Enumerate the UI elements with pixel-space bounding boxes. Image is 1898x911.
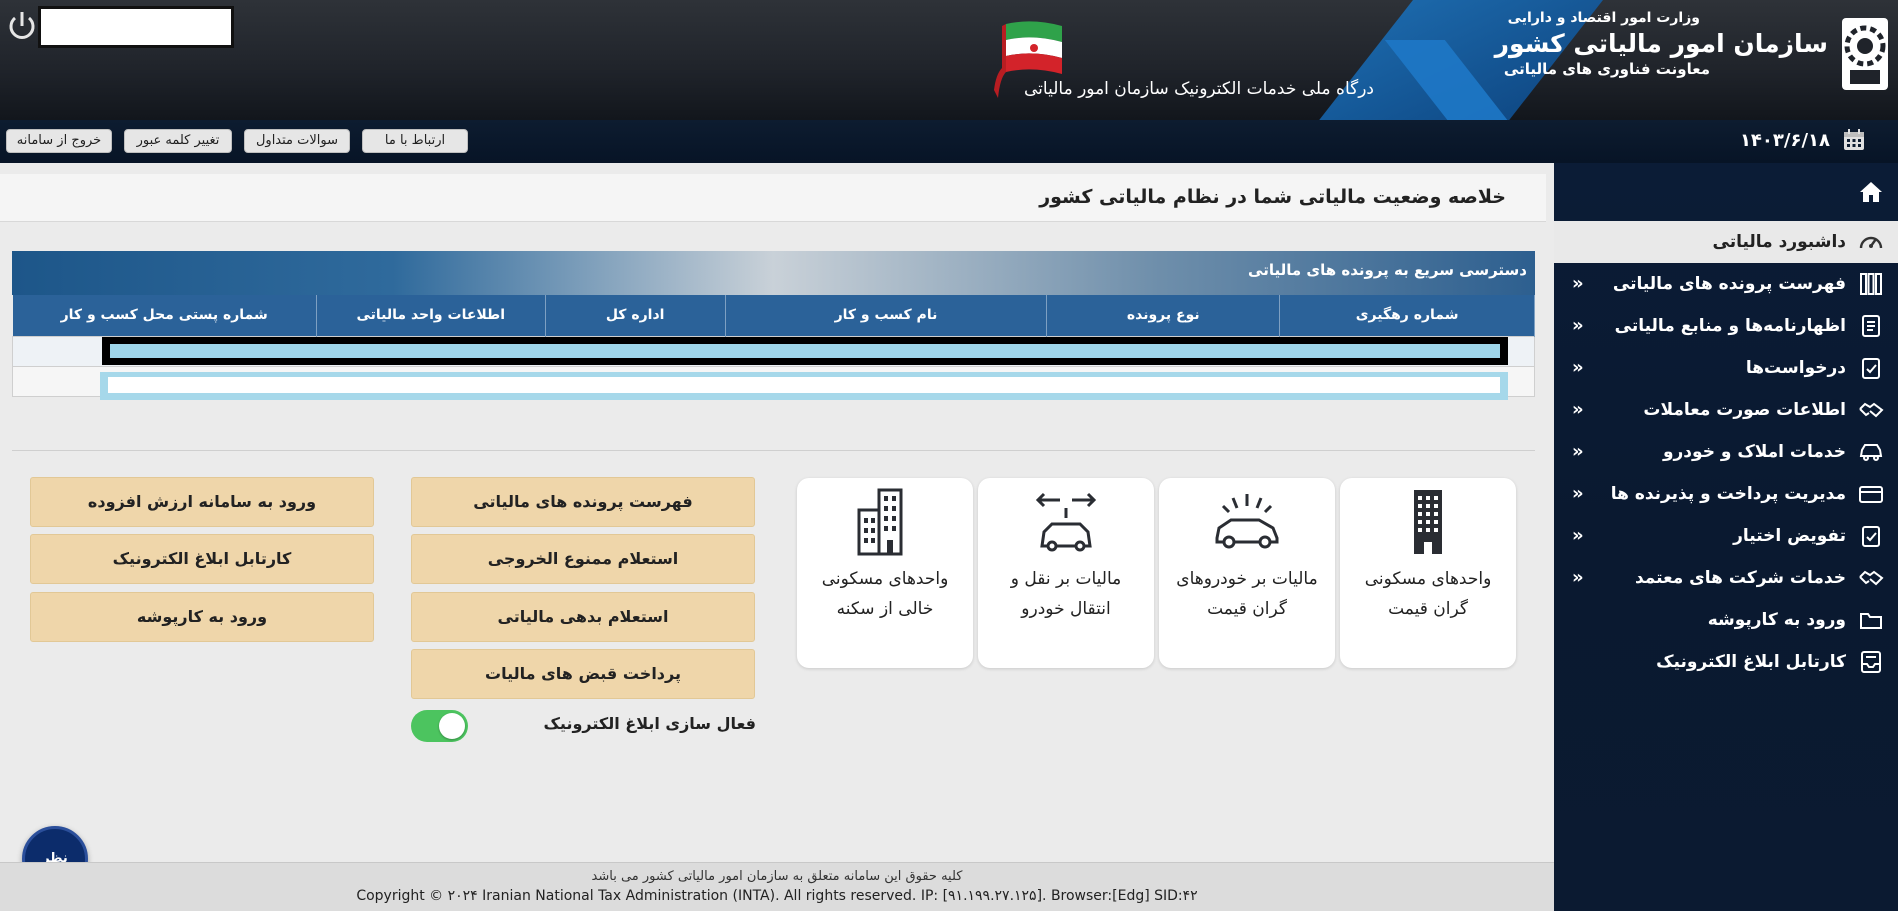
top-bar: ارتباط با ما سوالات متداول تغییر کلمه عب… [0,120,1898,163]
card-vacant-residential[interactable]: واحدهای مسکونی خالی از سکنه [797,478,973,668]
change-password-button[interactable]: تغییر کلمه عبور [124,129,232,153]
portal-title: درگاه ملی خدمات الکترونیک سازمان امور ما… [1024,79,1374,99]
e-notice-inbox-button[interactable]: کارتابل ابلاغ الکترونیک [30,534,374,584]
clipboard-check-icon [1862,526,1880,547]
column-header: نام کسب و کار [725,295,1048,336]
header: وزارت امور اقتصاد و دارایی سازمان امور م… [0,0,1898,120]
e-notice-toggle-label: فعال سازی ابلاغ الکترونیک [543,714,756,733]
page-title: خلاصه وضعیت مالیاتی شما در نظام مالیاتی … [1039,186,1506,208]
contact-us-button[interactable]: ارتباط با ما [362,129,468,153]
card-label: مالیات بر نقل و انتقال خودرو [1010,569,1122,619]
sidebar-item-declarations[interactable]: » اظهارنامه‌ها و منابع مالیاتی [1554,305,1898,347]
sidebar-item-label: اطلاعات صورت معاملات [1643,400,1846,420]
tax-files-list-button[interactable]: فهرست پرونده های مالیاتی [411,477,755,527]
sidebar-item-e-notice[interactable]: کارتابل ابلاغ الکترونیک [1554,641,1898,683]
sidebar-item-label: کارتابل ابلاغ الکترونیک [1656,652,1846,672]
chevron-double-icon: » [1572,441,1584,462]
card-label: مالیات بر خودروهای گران قیمت [1176,569,1318,619]
deputy-name: معاونت فناوری های مالیاتی [1503,60,1710,78]
chevron-double-icon: » [1572,483,1584,504]
sidebar-item-label: خدمات شرکت های معتمد [1634,568,1846,588]
page-title-bar: خلاصه وضعیت مالیاتی شما در نظام مالیاتی … [0,174,1546,222]
quick-access-title: دسترسی سریع به پرونده های مالیاتی [1248,261,1527,279]
tax-organization-logo-icon [1842,18,1888,90]
column-header: اداره کل [545,295,726,336]
card-label: واحدهای مسکونی گران قیمت [1364,569,1492,619]
sidebar-item-delegation[interactable]: » تفویض اختیار [1554,515,1898,557]
card-label: واحدهای مسکونی خالی از سکنه [821,569,949,619]
binders-icon [1860,273,1882,295]
sidebar-item-label: اظهارنامه‌ها و منابع مالیاتی [1614,316,1846,336]
card-car-transfer-tax[interactable]: مالیات بر نقل و انتقال خودرو [978,478,1154,668]
inbox-icon [1861,651,1881,673]
calendar-icon [1844,129,1864,150]
handshake-icon [1859,570,1884,586]
copyright-text: Copyright © ۲۰۲۴ Iranian National Tax Ad… [356,888,1198,904]
column-header: اطلاعات واحد مالیاتی [316,295,546,336]
credit-card-icon [1859,486,1883,503]
quick-access-header: دسترسی سریع به پرونده های مالیاتی [12,251,1535,295]
workfolder-login-button[interactable]: ورود به کارپوشه [30,592,374,642]
e-notice-toggle[interactable] [411,710,468,742]
chevron-double-icon: » [1572,525,1584,546]
sidebar-item-tax-files[interactable]: » فهرست پرونده های مالیاتی [1554,263,1898,305]
sidebar-item-label: خدمات املاک و خودرو [1662,442,1846,462]
redacted-row-content [110,344,1500,358]
sidebar: داشبورد مالیاتی » فهرست پرونده های مالیا… [1554,163,1898,911]
logout-button[interactable]: خروج از سامانه [6,129,112,153]
apartment-icon [857,488,903,556]
pay-tax-bills-button[interactable]: پرداخت قبض های مالیات [411,649,755,699]
folder-icon [1860,613,1882,629]
tax-debt-inquiry-button[interactable]: استعلام بدهی مالیاتی [411,592,755,642]
power-icon[interactable] [4,8,40,44]
faq-button[interactable]: سوالات متداول [244,129,350,153]
document-icon [1862,315,1880,337]
toggle-knob [439,713,465,739]
user-name-box [38,6,234,48]
date-display: ۱۴۰۳/۶/۱۸ [1740,128,1866,152]
chevron-double-icon: » [1572,273,1584,294]
sidebar-item-requests[interactable]: » درخواست‌ها [1554,347,1898,389]
gauge-icon [1859,236,1883,249]
sidebar-item-tax-dashboard[interactable]: داشبورد مالیاتی [1554,221,1898,263]
chevron-double-icon: » [1572,399,1584,420]
redacted-row-content [108,377,1500,393]
current-date: ۱۴۰۳/۶/۱۸ [1739,129,1830,151]
sidebar-item-label: مدیریت پرداخت و پذیرنده ها [1610,484,1846,504]
sidebar-item-label: فهرست پرونده های مالیاتی [1612,274,1846,294]
organization-name: سازمان امور مالیاتی کشور [1494,29,1829,58]
chevron-double-icon: » [1572,567,1584,588]
vat-system-login-button[interactable]: ورود به سامانه ارزش افزوده [30,477,374,527]
car-transfer-icon [1035,492,1097,552]
chevron-double-icon: » [1572,357,1584,378]
handshake-icon [1859,402,1884,418]
divider [12,450,1535,451]
card-luxury-car-tax[interactable]: مالیات بر خودروهای گران قیمت [1159,478,1335,668]
card-luxury-residential[interactable]: واحدهای مسکونی گران قیمت [1340,478,1516,668]
sidebar-item-label: داشبورد مالیاتی [1712,232,1847,252]
sidebar-item-workfolder[interactable]: ورود به کارپوشه [1554,599,1898,641]
chevron-double-icon: » [1572,315,1584,336]
sidebar-item-label: ورود به کارپوشه [1707,610,1846,630]
sidebar-item-transactions[interactable]: » اطلاعات صورت معاملات [1554,389,1898,431]
home-icon[interactable] [1858,179,1884,205]
clipboard-check-icon [1862,358,1880,379]
ministry-name: وزارت امور اقتصاد و دارایی [1507,10,1700,26]
sidebar-item-payment[interactable]: » مدیریت پرداخت و پذیرنده ها [1554,473,1898,515]
column-header: شماره پستی محل کسب و کار [12,295,317,336]
sidebar-item-label: درخواست‌ها [1745,358,1846,378]
column-header: شماره رهگیری [1279,295,1535,336]
luxury-car-icon [1215,494,1279,549]
rights-text: کلیه حقوق این سامانه متعلق به سازمان امو… [591,869,963,884]
column-header: نوع پرونده [1046,295,1281,336]
exit-ban-inquiry-button[interactable]: استعلام ممنوع الخروجی [411,534,755,584]
car-icon [1859,444,1883,461]
building-icon [1414,490,1442,554]
sidebar-item-label: تفویض اختیار [1733,526,1846,546]
sidebar-item-trusted-companies[interactable]: » خدمات شرکت های معتمد [1554,557,1898,599]
sidebar-item-property-vehicle[interactable]: » خدمات املاک و خودرو [1554,431,1898,473]
footer: کلیه حقوق این سامانه متعلق به سازمان امو… [0,862,1554,911]
organization-title-block: وزارت امور اقتصاد و دارایی سازمان امور م… [1468,10,1829,78]
